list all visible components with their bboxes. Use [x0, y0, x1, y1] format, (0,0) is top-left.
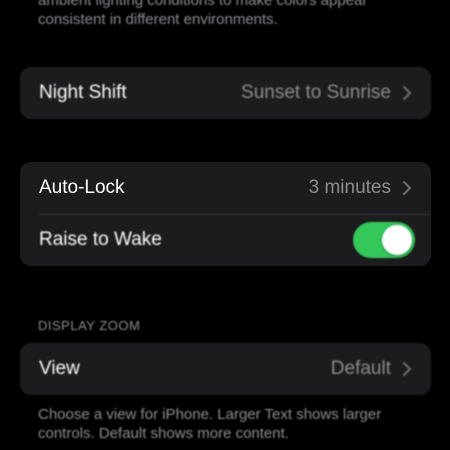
- true-tone-footnote-line-2: consistent in different environments.: [38, 11, 278, 28]
- display-zoom-footnote-line-2: controls. Default shows more content.: [38, 425, 289, 442]
- auto-lock-label: Auto-Lock: [39, 177, 125, 198]
- display-brightness-settings-screen: ambient lighting conditions to make colo…: [0, 0, 450, 450]
- display-zoom-header: DISPLAY ZOOM: [38, 318, 141, 333]
- night-shift-label: Night Shift: [39, 82, 127, 103]
- display-zoom-footnote-line-1: Choose a view for iPhone. Larger Text sh…: [38, 406, 382, 423]
- lock-group: Auto-Lock 3 minutes Raise to Wake: [20, 162, 431, 266]
- true-tone-footnote-line-1: ambient lighting conditions to make colo…: [38, 0, 368, 9]
- raise-to-wake-label: Raise to Wake: [39, 229, 162, 250]
- view-value: Default: [330, 358, 391, 379]
- chevron-right-icon: [401, 361, 413, 377]
- raise-to-wake-row: Raise to Wake: [20, 214, 431, 266]
- view-row[interactable]: View Default: [20, 343, 431, 395]
- view-label: View: [39, 358, 80, 379]
- raise-to-wake-toggle[interactable]: [353, 222, 415, 258]
- auto-lock-value: 3 minutes: [308, 177, 391, 198]
- night-shift-value: Sunset to Sunrise: [241, 82, 391, 103]
- chevron-right-icon: [401, 180, 413, 196]
- toggle-knob: [382, 225, 412, 255]
- true-tone-footnote: ambient lighting conditions to make colo…: [38, 0, 418, 29]
- display-zoom-group: View Default: [20, 343, 431, 395]
- night-shift-row[interactable]: Night Shift Sunset to Sunrise: [20, 67, 431, 119]
- chevron-right-icon: [401, 85, 413, 101]
- night-shift-group: Night Shift Sunset to Sunrise: [20, 67, 431, 119]
- auto-lock-row[interactable]: Auto-Lock 3 minutes: [20, 162, 431, 214]
- display-zoom-footnote: Choose a view for iPhone. Larger Text sh…: [38, 405, 418, 443]
